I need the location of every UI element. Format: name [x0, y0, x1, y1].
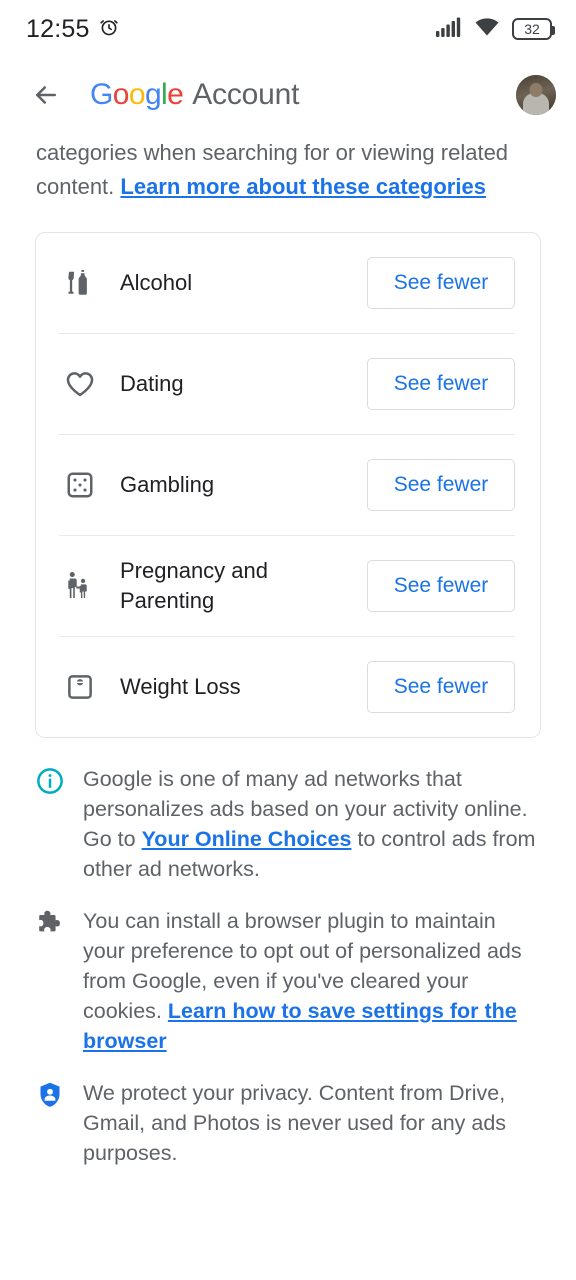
puzzle-piece-icon [35, 908, 69, 938]
learn-more-categories-link[interactable]: Learn more about these categories [120, 174, 486, 199]
scroll-fade [0, 1268, 576, 1280]
weight-scale-icon [59, 666, 101, 708]
ad-categories-card: Alcohol See fewer Dating See fewer Gambl… [35, 232, 541, 738]
category-row-alcohol[interactable]: Alcohol See fewer [36, 233, 540, 333]
category-label: Gambling [120, 472, 215, 497]
parent-child-icon [59, 565, 101, 607]
see-fewer-button-weight-loss[interactable]: See fewer [367, 661, 515, 713]
cellular-signal-icon [436, 17, 462, 42]
category-label: Dating [120, 371, 184, 396]
see-fewer-button-gambling[interactable]: See fewer [367, 459, 515, 511]
status-clock: 12:55 [26, 14, 90, 43]
note-browser-plugin: You can install a browser plugin to main… [35, 906, 541, 1056]
category-row-dating[interactable]: Dating See fewer [36, 334, 540, 434]
category-row-weight-loss[interactable]: Weight Loss See fewer [36, 637, 540, 737]
category-label: Pregnancy and Parenting [120, 558, 268, 613]
dice-icon [59, 464, 101, 506]
category-label: Alcohol [120, 270, 193, 295]
wifi-icon [474, 17, 500, 42]
status-bar: 12:55 32 [0, 0, 576, 58]
alcohol-bottle-icon [59, 262, 101, 304]
app-bar-title-suffix: Account [192, 78, 300, 111]
see-fewer-button-dating[interactable]: See fewer [367, 358, 515, 410]
back-button[interactable] [24, 73, 68, 117]
note-ad-networks: Google is one of many ad networks that p… [35, 764, 541, 884]
see-fewer-button-pregnancy-parenting[interactable]: See fewer [367, 560, 515, 612]
note-text: You can install a browser plugin to main… [83, 906, 541, 1056]
see-fewer-button-alcohol[interactable]: See fewer [367, 257, 515, 309]
heart-icon [59, 363, 101, 405]
battery-icon: 32 [512, 18, 555, 40]
google-logo: Google [90, 78, 184, 111]
page-title: Google Account [90, 78, 299, 112]
scroll-content[interactable]: categories when searching for or viewing… [0, 132, 576, 1280]
battery-level: 32 [524, 21, 540, 37]
avatar-photo-head [529, 83, 543, 97]
shield-person-icon [35, 1080, 69, 1110]
intro-section: categories when searching for or viewing… [0, 136, 576, 204]
category-row-gambling[interactable]: Gambling See fewer [36, 435, 540, 535]
category-row-pregnancy-parenting[interactable]: Pregnancy and Parenting See fewer [36, 536, 540, 636]
note-text: Google is one of many ad networks that p… [83, 764, 541, 884]
intro-paragraph: categories when searching for or viewing… [36, 136, 540, 204]
back-arrow-icon [36, 86, 56, 104]
note-text: We protect your privacy. Content from Dr… [83, 1081, 507, 1165]
status-bar-left: 12:55 [26, 15, 120, 44]
category-label: Weight Loss [120, 674, 241, 699]
alarm-clock-icon [98, 16, 120, 43]
note-privacy: We protect your privacy. Content from Dr… [35, 1078, 541, 1168]
app-bar: Google Account [0, 58, 576, 132]
your-online-choices-link[interactable]: Your Online Choices [142, 827, 352, 851]
avatar[interactable] [516, 75, 556, 115]
footer-notes: Google is one of many ad networks that p… [0, 738, 576, 1168]
status-bar-right: 32 [436, 17, 555, 42]
info-circle-icon [35, 766, 69, 796]
